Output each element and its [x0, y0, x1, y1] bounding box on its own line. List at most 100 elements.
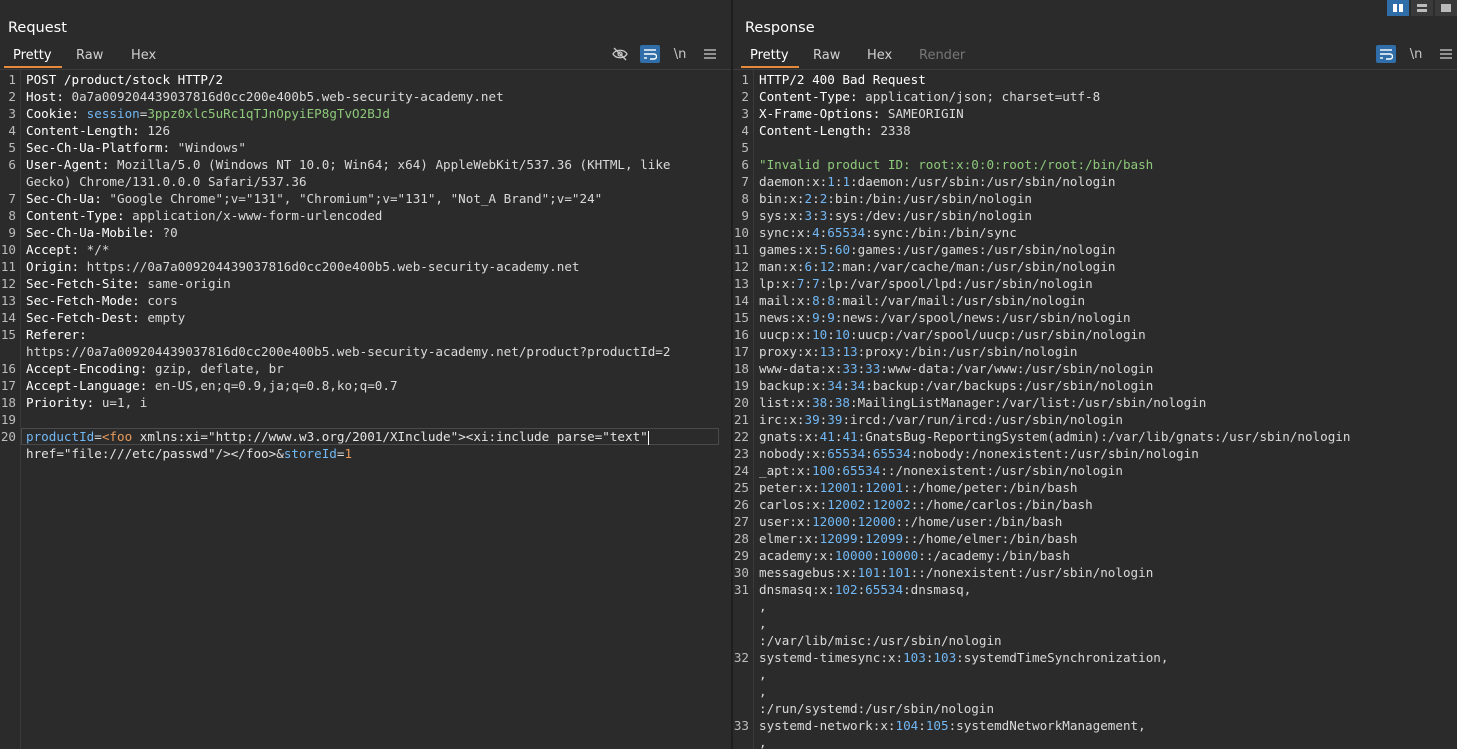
wrap-lines-icon[interactable]	[1376, 45, 1396, 63]
code-line: 14 mail:x:8:8:mail:/var/mail:/usr/sbin/no…	[733, 292, 1457, 309]
line-number: 28	[733, 531, 749, 546]
code-token: 9	[827, 310, 835, 325]
newline-toggle[interactable]: \n	[670, 45, 690, 63]
code-line: 27 user:x:12000:12000::/home/user:/bin/ba…	[733, 513, 1457, 530]
code-token: proxy:x:	[759, 344, 820, 359]
line-content: ,	[759, 734, 1453, 749]
code-token: 102	[834, 582, 858, 597]
line-number: 9	[8, 225, 16, 240]
tab-raw[interactable]: Raw	[76, 48, 103, 63]
code-line: 1 POST /product/stock HTTP/2	[0, 71, 731, 88]
code-token: */*	[86, 242, 110, 257]
code-token: :uucp:/var/spool/uucp:/usr/sbin/nologin	[850, 327, 1146, 342]
code-token: Sec-Fetch-Mode:	[26, 293, 148, 308]
active-tab-indicator	[4, 66, 62, 68]
code-token: 12000	[812, 514, 850, 529]
code-token: 6	[804, 259, 813, 274]
line-content: :/run/systemd:/usr/sbin/nologin	[759, 700, 1453, 717]
code-token: news:x:	[759, 310, 813, 325]
newline-toggle[interactable]: \n	[1406, 45, 1426, 63]
code-token: Accept-Language:	[26, 378, 155, 393]
response-title: Response	[745, 20, 815, 36]
line-content: _apt:x:100:65534::/nonexistent:/usr/sbin…	[759, 462, 1453, 479]
code-line: 20 list:x:38:38:MailingListManager:/var/l…	[733, 394, 1457, 411]
line-number: 1	[741, 72, 749, 87]
columns-layout-icon[interactable]	[1387, 0, 1409, 16]
code-token: Accept-Encoding:	[26, 361, 155, 376]
line-number: 16	[733, 327, 749, 342]
code-token: 103	[933, 650, 957, 665]
code-line: 2 Content-Type: application/json; charset…	[733, 88, 1457, 105]
wrap-lines-icon[interactable]	[640, 45, 660, 63]
line-content: ,	[759, 615, 1453, 632]
line-number: 8	[741, 191, 749, 206]
line-content: carlos:x:12002:12002::/home/carlos:/bin/…	[759, 496, 1453, 513]
hide-eye-icon[interactable]	[610, 45, 630, 63]
code-token: same-origin	[147, 276, 231, 291]
code-token: :	[865, 446, 873, 461]
code-token: 13	[842, 344, 858, 359]
code-token: :mail:/var/mail:/usr/sbin/nologin	[834, 293, 1086, 308]
code-token: :	[880, 565, 888, 580]
line-number: 14	[0, 310, 16, 325]
code-token: 1	[827, 174, 835, 189]
code-token: :	[812, 259, 820, 274]
tab-render[interactable]: Render	[919, 48, 965, 63]
line-number: 26	[733, 497, 749, 512]
code-token: 103	[903, 650, 926, 665]
line-number: 3	[741, 106, 749, 121]
tab-pretty[interactable]: Pretty	[750, 48, 789, 63]
code-token: :sys:/dev:/usr/sbin/nologin	[827, 208, 1032, 223]
code-token: gnats:x:	[759, 429, 820, 444]
response-pane: Response Pretty Raw Hex Render \n 1 HTTP/…	[733, 0, 1457, 749]
tab-raw[interactable]: Raw	[813, 48, 840, 63]
line-content: POST /product/stock HTTP/2	[26, 71, 727, 88]
line-content: gnats:x:41:41:GnatsBug-ReportingSystem(a…	[759, 428, 1453, 445]
code-token: mail:x:	[759, 293, 813, 308]
menu-icon[interactable]	[700, 45, 720, 63]
code-token: Content-Type:	[759, 89, 866, 104]
line-number: 32	[733, 650, 749, 665]
tab-hex[interactable]: Hex	[131, 48, 156, 63]
code-token: &	[276, 446, 284, 461]
rows-layout-icon[interactable]	[1411, 0, 1433, 16]
code-token: 41	[842, 429, 858, 444]
code-token: :lp:/var/spool/lpd:/usr/sbin/nologin	[819, 276, 1093, 291]
code-line: 4 Content-Length: 2338	[733, 122, 1457, 139]
code-token: :ircd:/var/run/ircd:/usr/sbin/nologin	[842, 412, 1123, 427]
code-token: 105	[925, 718, 949, 733]
code-line: 24 _apt:x:100:65534::/nonexistent:/usr/sb…	[733, 462, 1457, 479]
code-token: 34	[850, 378, 866, 393]
code-token: :proxy:/bin:/usr/sbin/nologin	[857, 344, 1078, 359]
tab-hex[interactable]: Hex	[867, 48, 892, 63]
line-number: 6	[8, 157, 16, 172]
code-token: Content-Length:	[759, 123, 881, 138]
code-token: 65534	[827, 225, 866, 240]
line-content: :/var/lib/misc:/usr/sbin/nologin	[759, 632, 1453, 649]
line-content: uucp:x:10:10:uucp:/var/spool/uucp:/usr/s…	[759, 326, 1453, 343]
menu-icon[interactable]	[1436, 45, 1456, 63]
code-line: 17 Accept-Language: en-US,en;q=0.9,ja;q=0…	[0, 377, 731, 394]
line-number: 18	[733, 361, 749, 376]
code-token: 126	[147, 123, 171, 138]
code-line: 30 messagebus:x:101:101::/nonexistent:/us…	[733, 564, 1457, 581]
line-number: 27	[733, 514, 749, 529]
code-token: :	[865, 497, 873, 512]
line-content: Content-Type: application/x-www-form-url…	[26, 207, 727, 224]
single-layout-icon[interactable]	[1435, 0, 1457, 16]
code-token: nobody:x:	[759, 446, 828, 461]
request-editor[interactable]: 1 POST /product/stock HTTP/2 2 Host: 0a7a00…	[0, 70, 731, 749]
line-content: ,	[759, 666, 1453, 683]
code-token: backup:x:	[759, 378, 828, 393]
code-line: 10 Accept: */*	[0, 241, 731, 258]
response-editor[interactable]: 1 HTTP/2 400 Bad Request 2 Content-Type: ap…	[733, 70, 1457, 749]
tab-pretty[interactable]: Pretty	[13, 48, 52, 63]
code-token: :	[827, 327, 835, 342]
code-token: list:x:	[759, 395, 813, 410]
line-number: 24	[733, 463, 749, 478]
code-token: 8	[827, 293, 835, 308]
code-line: 12 Sec-Fetch-Site: same-origin	[0, 275, 731, 292]
code-line: 6 User-Agent: Mozilla/5.0 (Windows NT 10.…	[0, 156, 731, 173]
code-token: www-data:x:	[759, 361, 843, 376]
code-token: :sync:/bin:/bin/sync	[865, 225, 1017, 240]
